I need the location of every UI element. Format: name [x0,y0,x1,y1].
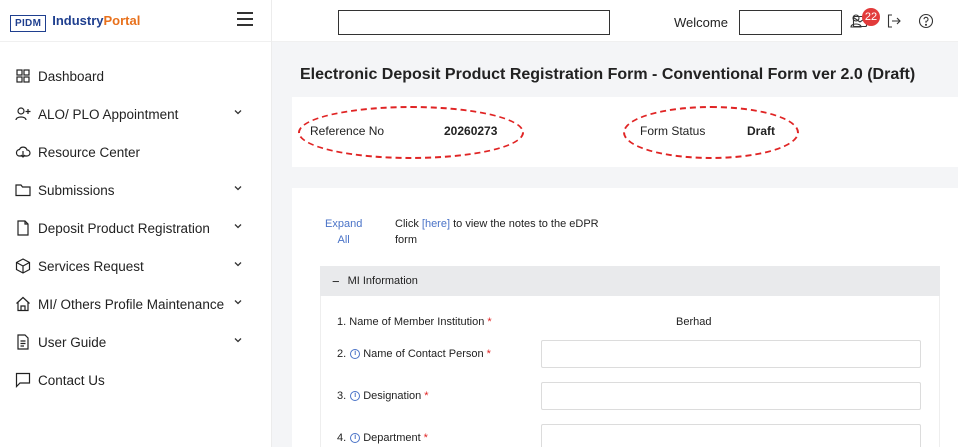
field-label-designation: 3. i Designation * [337,390,429,402]
welcome-label: Welcome [674,15,728,30]
page-title: Electronic Deposit Product Registration … [300,66,916,83]
brand-name-part2: Portal [103,13,141,28]
search-input[interactable] [338,10,610,35]
sidebar-item-label: User Guide [38,334,107,350]
sidebar-menu: Dashboard ALO/ PLO Appointment Resource … [0,57,271,399]
top-header: Welcome 22 [272,0,958,42]
main-content: Electronic Deposit Product Registration … [272,42,958,447]
field-label-contact-person: 2. i Name of Contact Person * [337,348,491,360]
info-icon[interactable]: i [350,349,361,359]
notes-here-link[interactable]: [here] [422,218,450,230]
chevron-down-icon [234,300,242,305]
form-summary-card: Reference No 20260273 Form Status Draft [292,97,958,167]
cloud-icon [15,144,31,160]
section-title: MI Information [347,275,418,287]
sidebar-item-dashboard[interactable]: Dashboard [0,57,271,95]
sidebar-item-label: Submissions [38,182,115,198]
info-icon[interactable]: i [350,433,361,443]
sidebar: PIDM IndustryPortal Dashboard ALO/ PLO A… [0,0,272,447]
add-user-icon [15,106,31,122]
sidebar-item-label: MI/ Others Profile Maintenance [38,296,225,312]
form-card: Expand All Click [here] to view the note… [292,188,958,447]
member-institution-value: Berhad [676,316,712,328]
info-icon[interactable]: i [350,391,361,401]
collapse-icon: − [332,273,340,289]
file-icon [15,220,31,236]
sidebar-item-deposit-product-registration[interactable]: Deposit Product Registration [0,209,271,247]
message-icon [15,372,31,388]
chevron-down-icon [234,224,242,229]
sidebar-item-mi-others-profile-maintenance[interactable]: MI/ Others Profile Maintenance [0,285,271,323]
cube-icon [15,258,31,274]
brand-name-part1: Industry [52,13,104,28]
section-body-mi-information: 1. Name of Member Institution * Berhad 2.… [320,296,940,447]
sidebar-item-services-request[interactable]: Services Request [0,247,271,285]
notes-text: Click [here] to view the notes to the eD… [395,218,599,246]
chevron-down-icon [234,186,242,191]
contact-person-input[interactable] [541,340,921,368]
sidebar-item-label: Deposit Product Registration [38,220,210,236]
brand-name[interactable]: IndustryPortal [52,13,140,28]
annotation-ellipse-reference [298,106,524,159]
designation-input[interactable] [541,382,921,410]
chevron-down-icon [234,338,242,343]
brand-bar: PIDM IndustryPortal [0,0,271,42]
sidebar-item-contact-us[interactable]: Contact Us [0,361,271,399]
pidm-logo: PIDM [10,15,47,32]
sidebar-item-label: Resource Center [38,144,141,160]
sidebar-item-label: Services Request [38,258,144,274]
sidebar-item-resource-center[interactable]: Resource Center [0,133,271,171]
annotation-ellipse-status [623,106,799,159]
home-icon [15,296,31,312]
department-input[interactable] [541,424,921,447]
expand-all-button[interactable]: Expand All [325,216,362,248]
logout-icon[interactable] [886,13,902,29]
sidebar-item-alo-plo-appointment[interactable]: ALO/ PLO Appointment [0,95,271,133]
username-box [739,10,842,35]
sidebar-item-submissions[interactable]: Submissions [0,171,271,209]
folder-icon [15,182,31,198]
field-label-department: 4. i Department * [337,432,428,444]
help-icon[interactable] [918,13,934,29]
grid-icon [15,68,31,84]
sidebar-item-user-guide[interactable]: User Guide [0,323,271,361]
chevron-down-icon [234,110,242,115]
hamburger-menu-icon[interactable] [237,12,253,26]
chevron-down-icon [234,262,242,267]
sidebar-item-label: Dashboard [38,68,105,84]
field-label-member-institution: 1. Name of Member Institution * [337,316,492,328]
notification-badge[interactable]: 22 [862,8,880,26]
section-header-mi-information[interactable]: − MI Information [320,266,940,296]
sidebar-item-label: ALO/ PLO Appointment [38,106,179,122]
document-icon [15,334,31,350]
sidebar-item-label: Contact Us [38,372,105,388]
